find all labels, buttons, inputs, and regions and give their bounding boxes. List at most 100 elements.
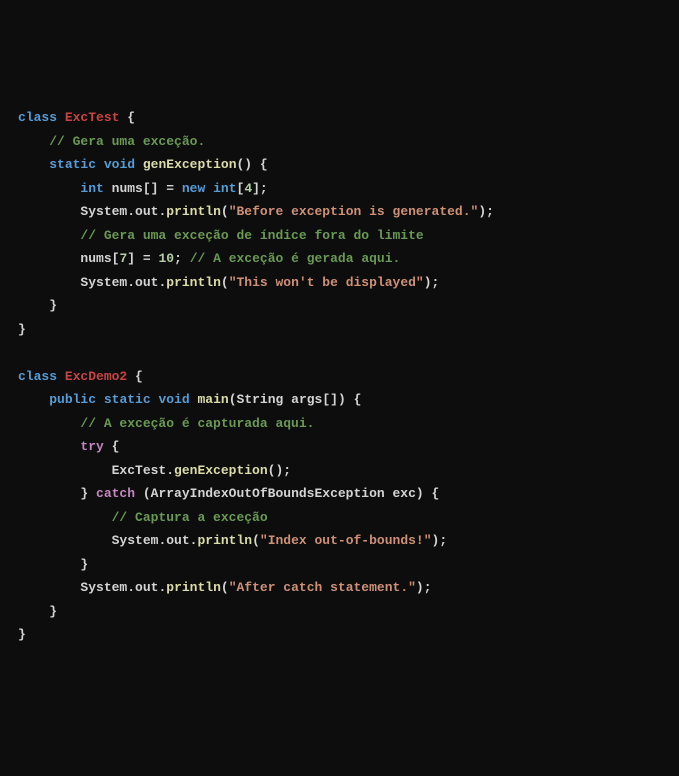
code-line[interactable]: int nums[] = new int[4];: [18, 177, 661, 201]
code-token: [18, 439, 80, 454]
code-token: System: [80, 204, 127, 219]
code-token: static: [104, 392, 151, 407]
code-token: [18, 251, 80, 266]
code-token: {: [127, 369, 143, 384]
code-token: "After catch statement.": [229, 580, 416, 595]
code-token: ] =: [127, 251, 158, 266]
code-line[interactable]: System.out.println("This won't be displa…: [18, 271, 661, 295]
code-token: [18, 204, 80, 219]
code-token: try: [80, 439, 103, 454]
code-line[interactable]: class ExcDemo2 {: [18, 365, 661, 389]
code-token: int: [80, 181, 103, 196]
code-token: (: [221, 204, 229, 219]
code-line[interactable]: [18, 341, 661, 365]
code-token: [190, 392, 198, 407]
code-token: void: [158, 392, 189, 407]
code-token: catch: [96, 486, 135, 501]
code-line[interactable]: }: [18, 553, 661, 577]
code-token: [57, 110, 65, 125]
code-line[interactable]: try {: [18, 435, 661, 459]
code-token: }: [18, 604, 57, 619]
code-token: "Index out-of-bounds!": [260, 533, 432, 548]
code-token: [135, 157, 143, 172]
code-token: genException: [143, 157, 237, 172]
code-token: 4: [244, 181, 252, 196]
code-token: [18, 134, 49, 149]
code-token: System: [80, 275, 127, 290]
code-line[interactable]: // Gera uma exceção.: [18, 130, 661, 154]
code-token: {: [104, 439, 120, 454]
code-token: ();: [268, 463, 291, 478]
code-line[interactable]: static void genException() {: [18, 153, 661, 177]
code-token: );: [478, 204, 494, 219]
code-token: (: [135, 486, 151, 501]
code-token: class: [18, 369, 57, 384]
code-token: [18, 392, 49, 407]
code-token: [] =: [143, 181, 182, 196]
code-editor[interactable]: class ExcTest { // Gera uma exceção. sta…: [18, 106, 661, 647]
code-line[interactable]: System.out.println("Before exception is …: [18, 200, 661, 224]
code-token: ExcTest: [112, 463, 167, 478]
code-line[interactable]: }: [18, 318, 661, 342]
code-line[interactable]: System.out.println("After catch statemen…: [18, 576, 661, 600]
code-token: [18, 228, 80, 243]
code-token: ;: [174, 251, 190, 266]
code-token: new: [182, 181, 205, 196]
code-token: (: [221, 275, 229, 290]
code-token: }: [18, 627, 26, 642]
code-token: [18, 463, 112, 478]
code-line[interactable]: }: [18, 600, 661, 624]
code-token: [18, 416, 80, 431]
code-line[interactable]: }: [18, 294, 661, 318]
code-token: class: [18, 110, 57, 125]
code-token: (: [229, 392, 237, 407]
code-token: .: [158, 580, 166, 595]
code-token: static: [49, 157, 96, 172]
code-token: (: [252, 533, 260, 548]
code-token: [18, 533, 112, 548]
code-token: main: [198, 392, 229, 407]
code-line[interactable]: }: [18, 623, 661, 647]
code-token: {: [119, 110, 135, 125]
code-line[interactable]: nums[7] = 10; // A exceção é gerada aqui…: [18, 247, 661, 271]
code-token: nums: [112, 181, 143, 196]
code-token: out: [135, 204, 158, 219]
code-token: println: [166, 204, 221, 219]
code-token: .: [127, 275, 135, 290]
code-token: .: [127, 580, 135, 595]
code-token: ExcDemo2: [65, 369, 127, 384]
code-line[interactable]: // Captura a exceção: [18, 506, 661, 530]
code-token: (: [221, 580, 229, 595]
code-token: () {: [237, 157, 268, 172]
code-token: out: [166, 533, 189, 548]
code-line[interactable]: class ExcTest {: [18, 106, 661, 130]
code-token: ArrayIndexOutOfBoundsException exc: [151, 486, 416, 501]
code-token: [96, 392, 104, 407]
code-token: ];: [252, 181, 268, 196]
code-token: [18, 157, 49, 172]
code-token: System: [80, 580, 127, 595]
code-token: // Gera uma exceção de índice fora do li…: [80, 228, 423, 243]
code-token: // Captura a exceção: [112, 510, 268, 525]
code-token: println: [166, 275, 221, 290]
code-line[interactable]: ExcTest.genException();: [18, 459, 661, 483]
code-token: ExcTest: [65, 110, 120, 125]
code-token: out: [135, 275, 158, 290]
code-line[interactable]: System.out.println("Index out-of-bounds!…: [18, 529, 661, 553]
code-token: [18, 580, 80, 595]
code-token: "Before exception is generated.": [229, 204, 479, 219]
code-token: );: [424, 275, 440, 290]
code-token: [96, 157, 104, 172]
code-token: );: [416, 580, 432, 595]
code-token: }: [18, 298, 57, 313]
code-token: []) {: [322, 392, 361, 407]
code-token: void: [104, 157, 135, 172]
code-token: println: [166, 580, 221, 595]
code-token: [18, 510, 112, 525]
code-line[interactable]: } catch (ArrayIndexOutOfBoundsException …: [18, 482, 661, 506]
code-token: "This won't be displayed": [229, 275, 424, 290]
code-line[interactable]: public static void main(String args[]) {: [18, 388, 661, 412]
code-line[interactable]: // A exceção é capturada aqui.: [18, 412, 661, 436]
code-line[interactable]: // Gera uma exceção de índice fora do li…: [18, 224, 661, 248]
code-token: }: [18, 322, 26, 337]
